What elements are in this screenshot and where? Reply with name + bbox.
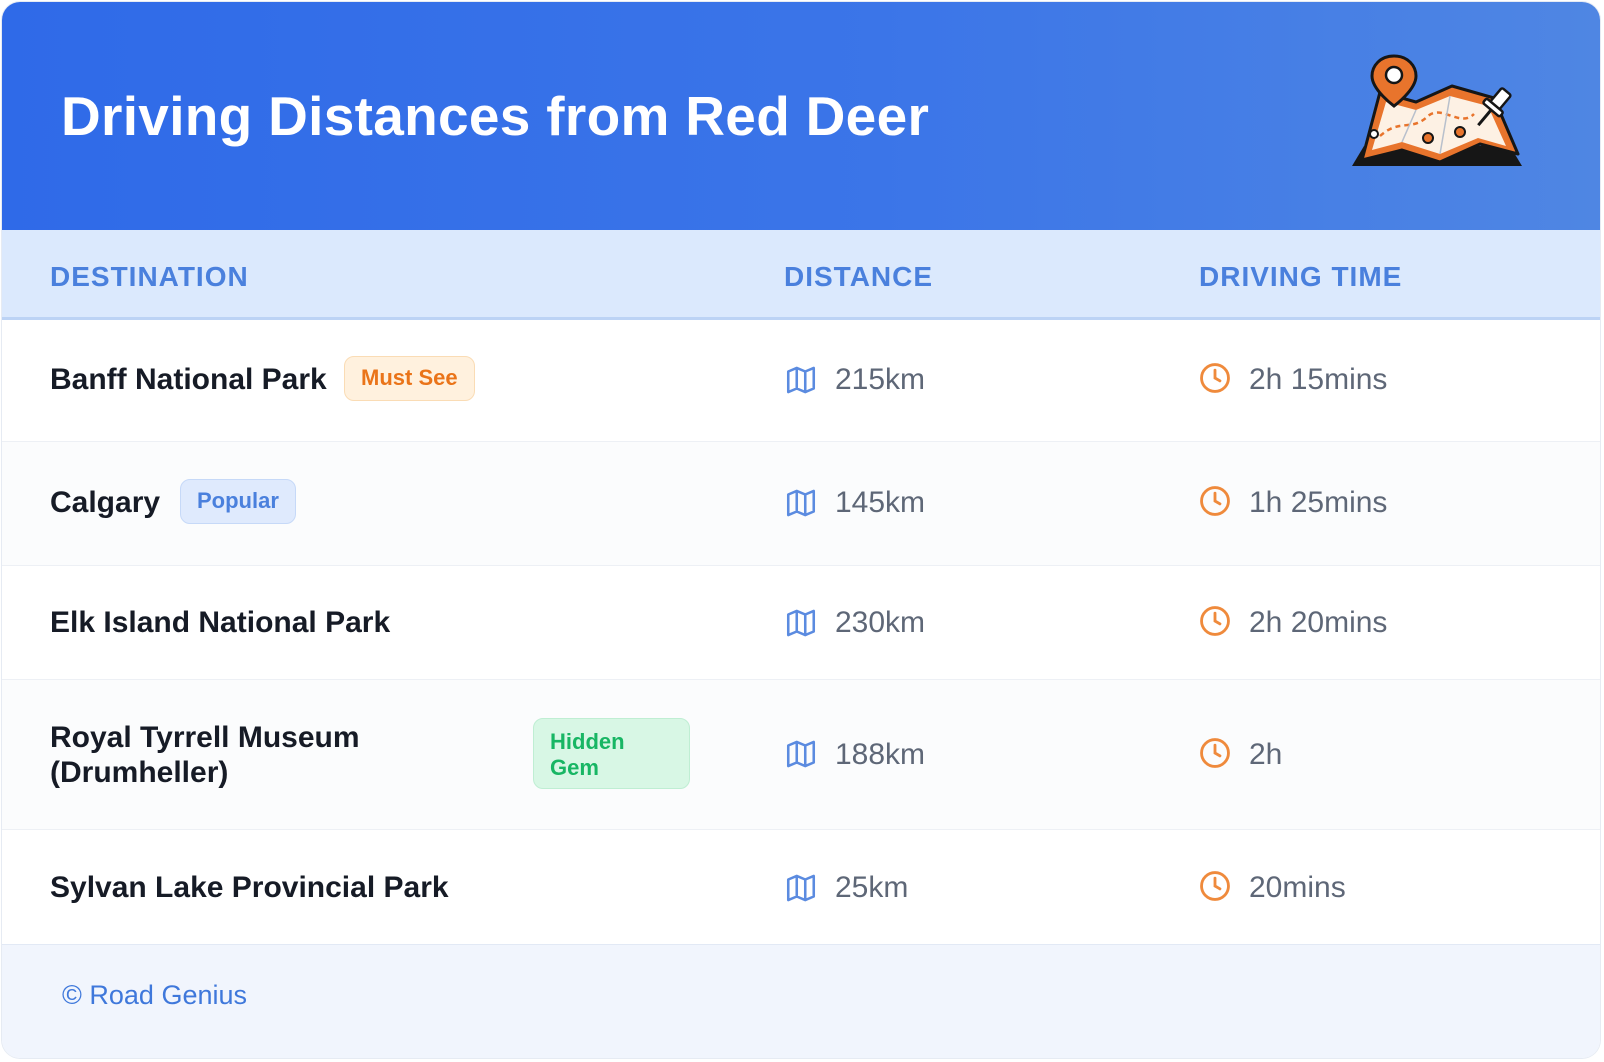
distance-value: 25km <box>835 871 909 904</box>
badge-popular: Popular <box>180 479 296 524</box>
page-title: Driving Distances from Red Deer <box>61 85 930 147</box>
driving-time-value: 20mins <box>1249 871 1346 904</box>
map-icon <box>786 609 816 637</box>
clock-icon <box>1200 606 1230 636</box>
destination-name: Banff National Park <box>50 363 327 396</box>
distance-value: 145km <box>835 486 926 519</box>
driving-time-value: 1h 25mins <box>1249 486 1388 519</box>
map-icon <box>786 874 816 902</box>
map-icon <box>786 740 816 768</box>
clock-icon <box>1200 738 1230 768</box>
column-header-destination: DESTINATION <box>50 261 249 292</box>
driving-time-value: 2h 15mins <box>1249 363 1388 396</box>
table-row: Sylvan Lake Provincial Park 25km 20mins <box>2 830 1600 944</box>
column-header-distance: DISTANCE <box>784 261 934 292</box>
footer: © Road Genius <box>2 944 1600 1058</box>
destination-name: Sylvan Lake Provincial Park <box>50 871 449 904</box>
table-row: Royal Tyrrell Museum (Drumheller) Hidden… <box>2 680 1600 830</box>
table-row: Banff National Park Must See 215km 2h 15… <box>2 320 1600 442</box>
destination-name: Royal Tyrrell Museum (Drumheller) <box>50 721 360 789</box>
table-row: Calgary Popular 145km 1h 25mins <box>2 442 1600 566</box>
map-icon <box>786 366 816 394</box>
destination-name: Calgary <box>50 486 161 519</box>
distance-table-card: Driving Distances from Red Deer DESTINAT… <box>2 2 1600 1058</box>
table-header: DESTINATION DISTANCE DRIVING TIME <box>2 230 1600 320</box>
badge-hidden-gem: Hidden Gem <box>533 718 690 789</box>
map-icon <box>786 489 816 517</box>
header-banner: Driving Distances from Red Deer <box>2 2 1600 230</box>
table-row: Elk Island National Park 230km 2h 20mins <box>2 566 1600 680</box>
driving-time-value: 2h <box>1249 738 1283 771</box>
column-header-driving-time: DRIVING TIME <box>1199 261 1403 292</box>
clock-icon <box>1200 871 1230 901</box>
distance-value: 188km <box>835 738 926 771</box>
destination-name: Elk Island National Park <box>50 606 391 639</box>
badge-must-see: Must See <box>344 356 475 401</box>
distance-value: 230km <box>835 606 926 639</box>
clock-icon <box>1200 486 1230 516</box>
distance-value: 215km <box>835 363 926 396</box>
folded-map-with-pins-icon <box>1352 54 1522 166</box>
footer-credit[interactable]: © Road Genius <box>62 980 247 1011</box>
driving-time-value: 2h 20mins <box>1249 606 1388 639</box>
clock-icon <box>1200 363 1230 393</box>
